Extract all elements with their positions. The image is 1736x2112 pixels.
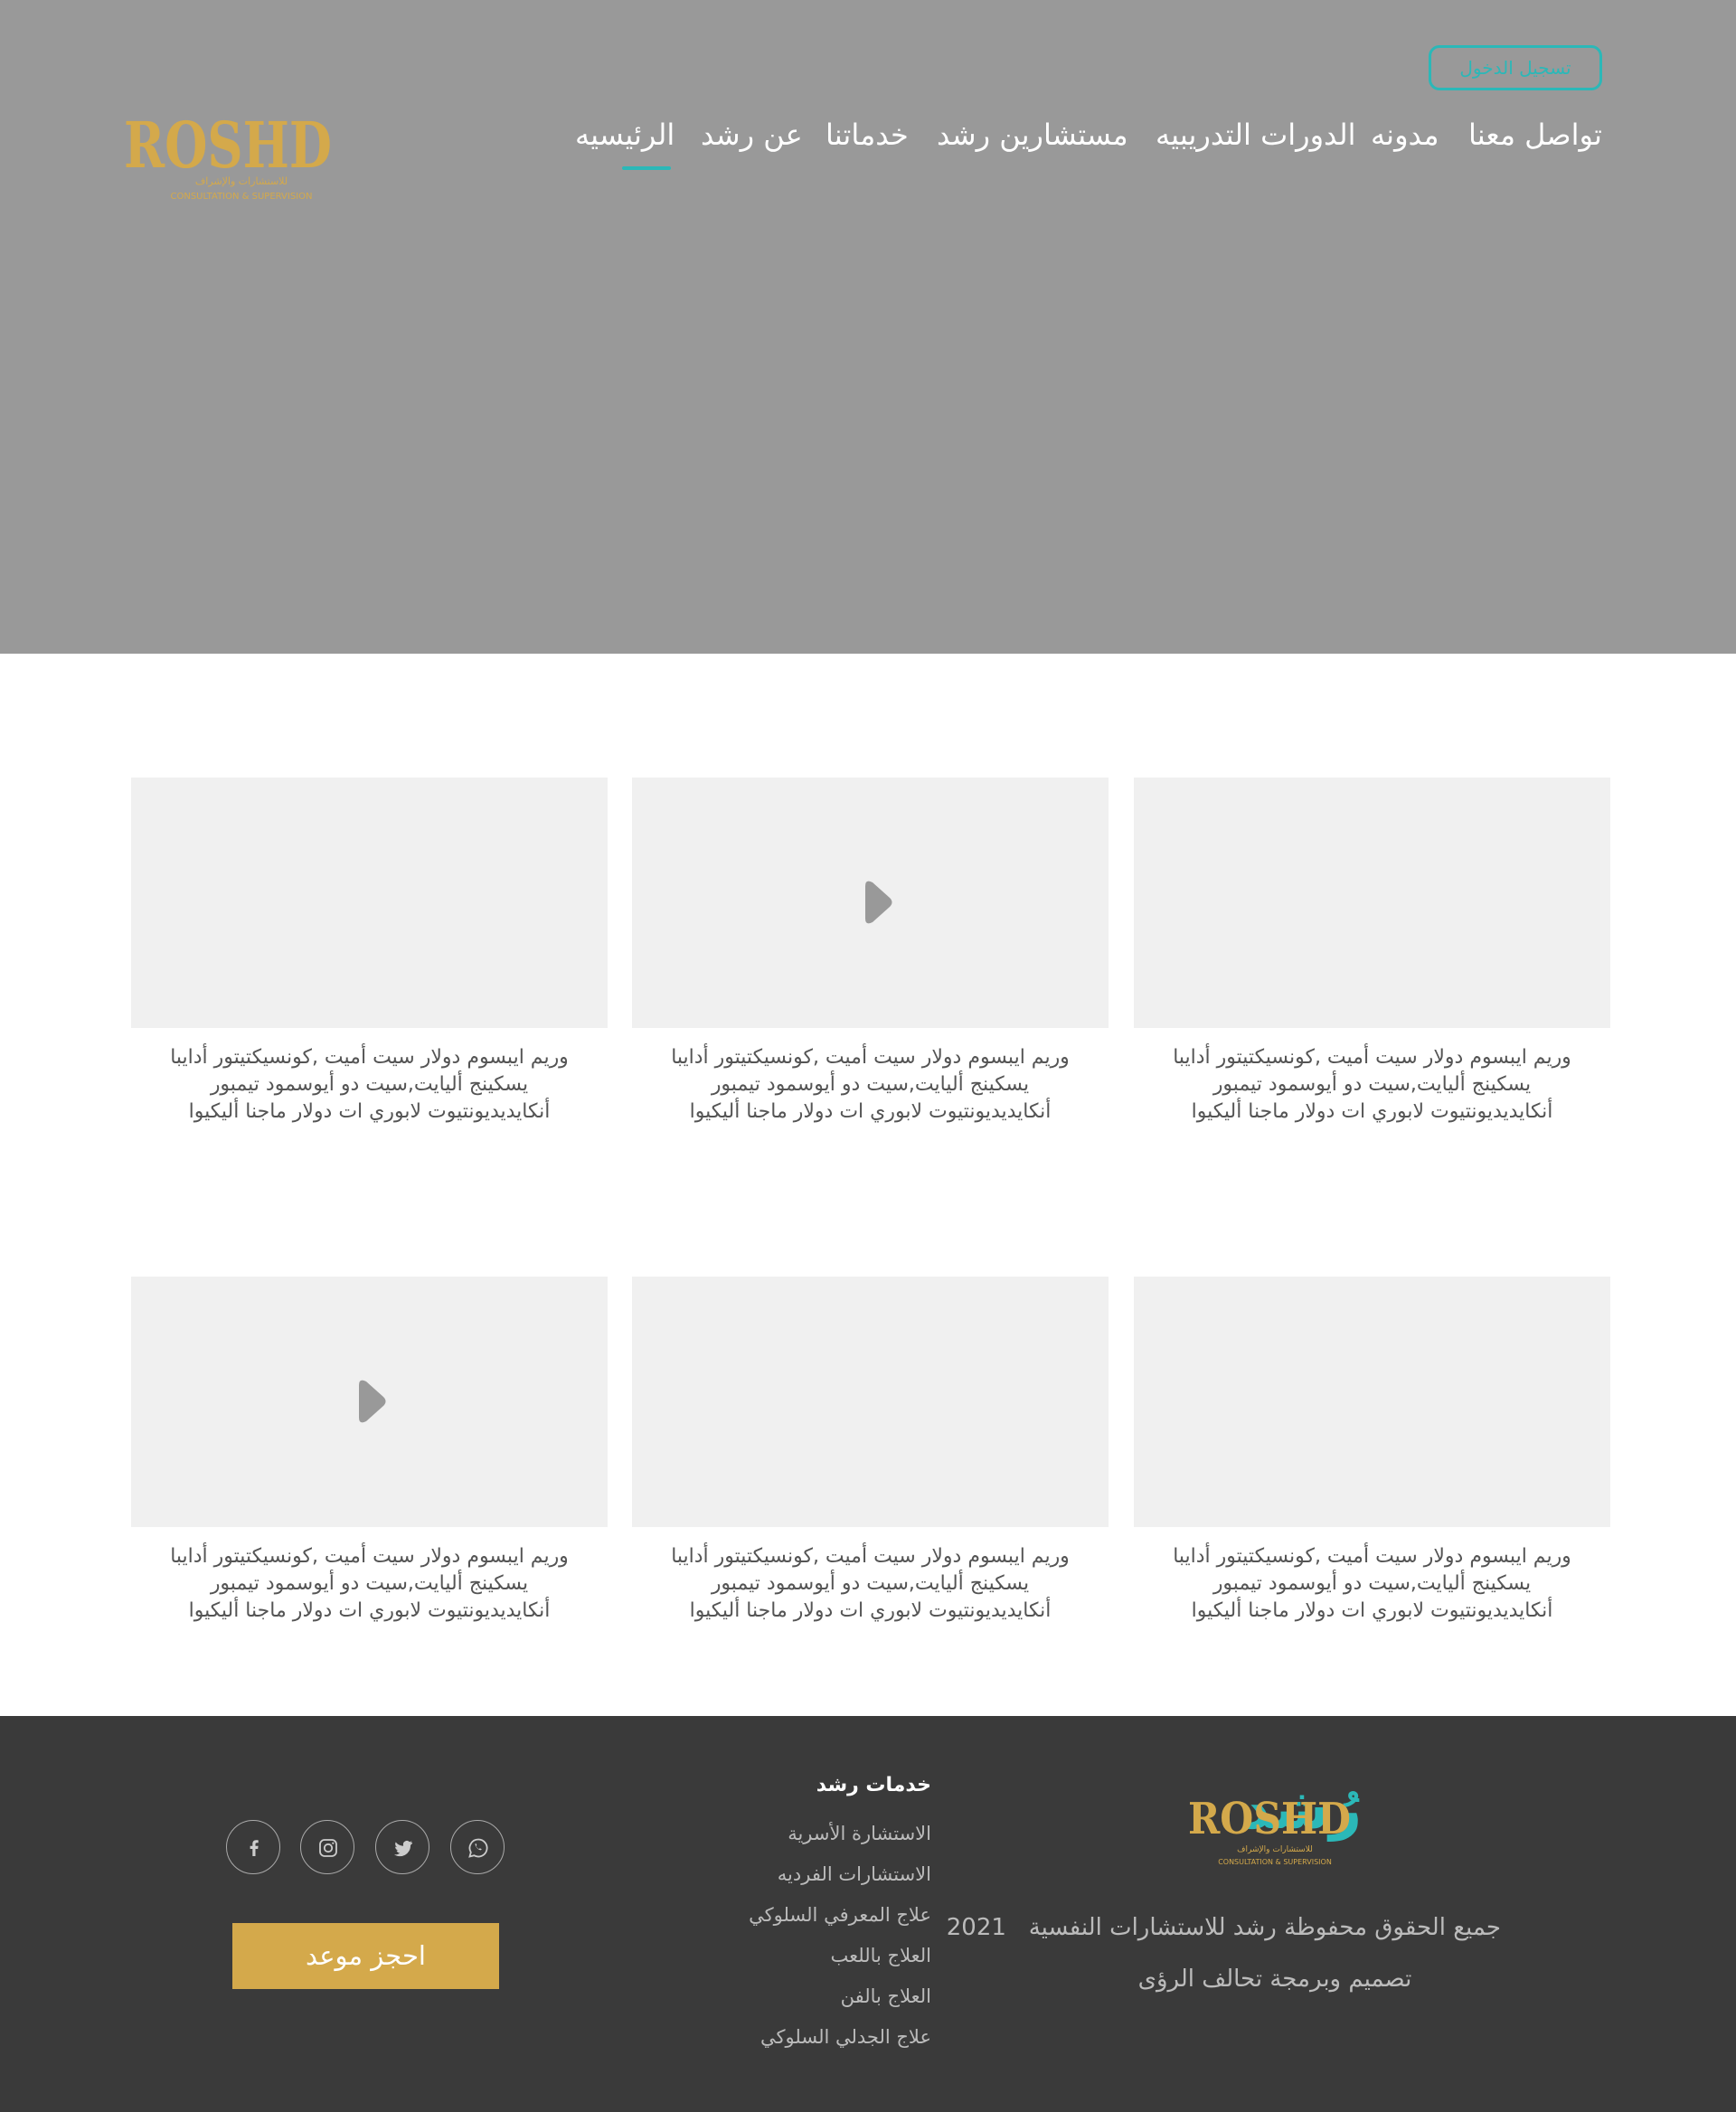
services-title: خدمات رشد — [816, 1774, 931, 1796]
nav-courses[interactable]: الدورات التدريبيه — [1156, 118, 1355, 152]
play-icon[interactable] — [131, 1277, 608, 1527]
svg-text:CONSULTATION & SUPERVISION: CONSULTATION & SUPERVISION — [1218, 1858, 1332, 1866]
login-button[interactable]: تسجيل الدخول — [1429, 45, 1602, 90]
svg-text:للاستشارات والإشراف: للاستشارات والإشراف — [1237, 1845, 1313, 1854]
logo-latin: ROSHD — [124, 108, 332, 183]
copyright-text: جميع الحقوق محفوظة رشد للاستشارات النفسي… — [946, 1914, 1501, 1941]
service-link[interactable]: علاج الجدلي السلوكي — [705, 2026, 931, 2048]
nav-home[interactable]: الرئيسيه — [575, 118, 675, 152]
twitter-icon[interactable] — [375, 1820, 429, 1874]
copyright-year: 2021 — [946, 1914, 1006, 1941]
book-appointment-button[interactable]: احجز موعد — [232, 1923, 499, 1989]
service-link[interactable]: العلاج باللعب — [705, 1945, 931, 1966]
card-text: وريم ايبسوم دولار سيت أميت ,كونسيكتيتور … — [1173, 1545, 1571, 1622]
nav-about[interactable]: عن رشد — [701, 118, 803, 152]
svg-text:ROSHD: ROSHD — [1188, 1794, 1351, 1844]
logo-subtitle-en: CONSULTATION & SUPERVISION — [170, 192, 312, 202]
card-text: وريم ايبسوم دولار سيت أميت ,كونسيكتيتور … — [671, 1545, 1070, 1622]
logo-wordmark: رُشد — [359, 86, 363, 183]
card-image — [1134, 778, 1610, 1028]
card-image — [131, 778, 608, 1028]
card-text: وريم ايبسوم دولار سيت أميت ,كونسيكتيتور … — [1173, 1046, 1571, 1123]
card-text: وريم ايبسوم دولار سيت أميت ,كونسيكتيتور … — [170, 1545, 569, 1622]
service-link[interactable]: علاج المعرفي السلوكي — [705, 1904, 931, 1926]
service-link[interactable]: الاستشارة الأسرية — [705, 1823, 931, 1844]
main-nav: تواصل معنا مدونه الدورات التدريبيه مستشا… — [561, 118, 1609, 172]
nav-active-indicator — [622, 166, 671, 170]
service-link[interactable]: الاستشارات الفرديه — [705, 1863, 931, 1885]
whatsapp-icon[interactable] — [450, 1820, 505, 1874]
play-icon[interactable] — [632, 778, 1109, 1028]
footer-logo[interactable]: رُشد ROSHD للاستشارات والإشراف CONSULTAT… — [1184, 1772, 1365, 1872]
credit-text: تصميم وبرمجة تحالف الرؤى — [1137, 1966, 1412, 1993]
nav-consultants[interactable]: مستشارين رشد — [937, 118, 1128, 152]
service-link[interactable]: العلاج بالفن — [705, 1985, 931, 2007]
instagram-icon[interactable] — [300, 1820, 354, 1874]
card-text: وريم ايبسوم دولار سيت أميت ,كونسيكتيتور … — [671, 1046, 1070, 1123]
nav-blog[interactable]: مدونه — [1371, 118, 1439, 152]
roshd-logo[interactable]: رُشد ROSHD للاستشارات والإشراف CONSULTAT… — [119, 72, 363, 208]
nav-contact[interactable]: تواصل معنا — [1468, 118, 1602, 152]
logo-subtitle-ar: للاستشارات والإشراف — [195, 175, 288, 187]
facebook-icon[interactable] — [226, 1820, 280, 1874]
card-image — [632, 1277, 1109, 1527]
card-text: وريم ايبسوم دولار سيت أميت ,كونسيكتيتور … — [170, 1046, 569, 1123]
card-image — [1134, 1277, 1610, 1527]
nav-services[interactable]: خدماتنا — [826, 118, 909, 152]
